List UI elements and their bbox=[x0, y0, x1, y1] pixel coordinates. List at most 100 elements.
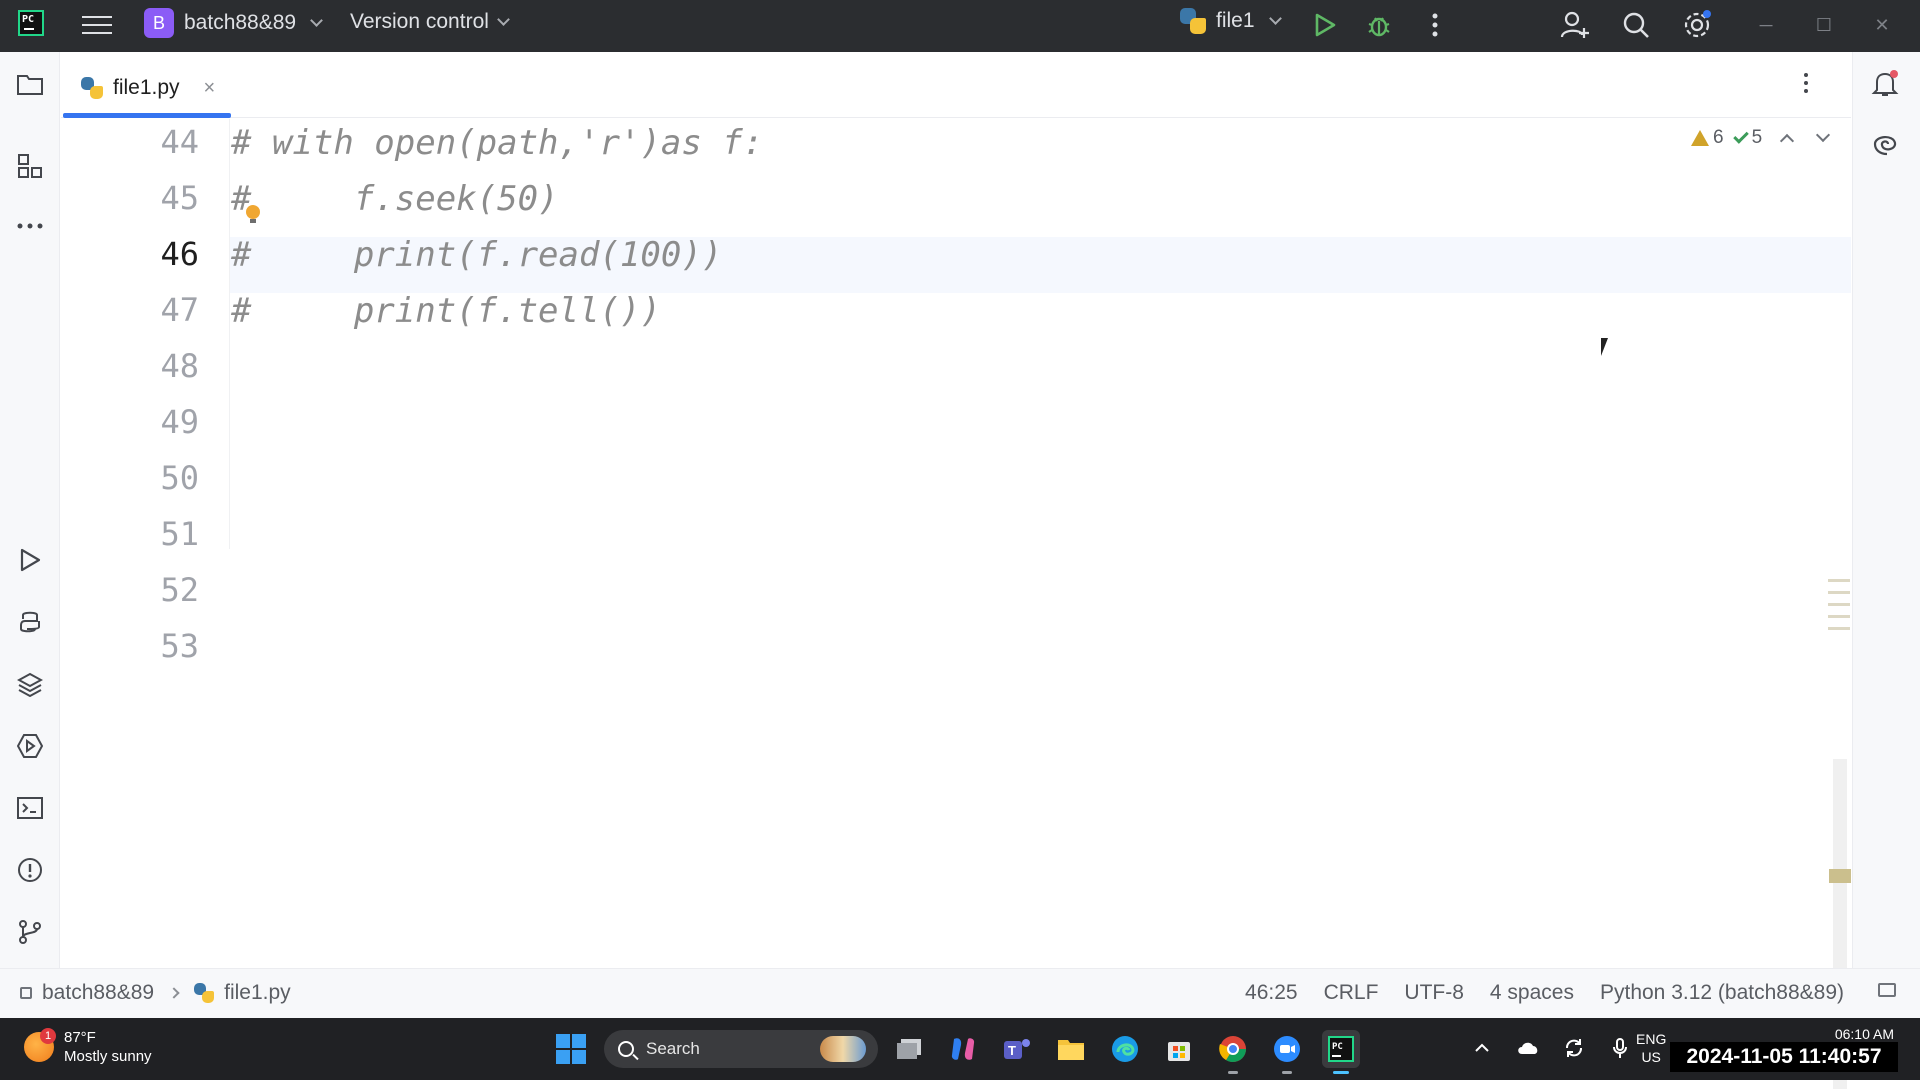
bug-icon bbox=[1368, 17, 1390, 37]
start-button[interactable] bbox=[556, 1034, 586, 1064]
services-tool-button[interactable] bbox=[12, 728, 48, 764]
next-highlight-arrow-icon[interactable] bbox=[1816, 127, 1831, 143]
teams-app[interactable]: T bbox=[998, 1030, 1036, 1068]
more-actions-button[interactable] bbox=[1416, 6, 1454, 44]
ai-assistant-button[interactable] bbox=[1867, 126, 1903, 162]
python-packages-button[interactable] bbox=[12, 666, 48, 702]
code-line[interactable]: # print(f.tell()) bbox=[231, 291, 661, 347]
file-encoding[interactable]: UTF-8 bbox=[1404, 981, 1464, 1005]
project-tool-button[interactable] bbox=[12, 66, 48, 102]
line-separator[interactable]: CRLF bbox=[1324, 981, 1379, 1005]
run-icon bbox=[20, 548, 41, 572]
pycharm-app[interactable]: PC bbox=[1322, 1030, 1360, 1074]
project-selector[interactable]: B batch88&89 bbox=[144, 8, 323, 38]
pycharm-icon: PC bbox=[1328, 1036, 1354, 1062]
debug-button[interactable] bbox=[1360, 6, 1398, 44]
copilot-icon bbox=[951, 1038, 975, 1060]
file-explorer-app[interactable] bbox=[1052, 1030, 1090, 1068]
sync-icon bbox=[1566, 1039, 1582, 1057]
edge-browser-app[interactable] bbox=[1106, 1030, 1144, 1068]
chrome-browser-app[interactable] bbox=[1214, 1030, 1252, 1074]
code-with-me-button[interactable] bbox=[1556, 6, 1594, 44]
search-everywhere-button[interactable] bbox=[1617, 6, 1655, 44]
cloud-icon bbox=[1518, 1042, 1538, 1054]
line-number: 51 bbox=[160, 515, 199, 553]
taskbar-search[interactable]: Search bbox=[604, 1030, 878, 1068]
chevron-right-icon bbox=[168, 987, 180, 999]
weather-description: Mostly sunny bbox=[64, 1048, 152, 1065]
system-clock[interactable]: 06:10 AM bbox=[1754, 1026, 1894, 1042]
settings-button[interactable] bbox=[1678, 6, 1716, 44]
tab-more-actions-button[interactable] bbox=[1791, 68, 1821, 98]
running-indicator bbox=[1333, 1071, 1349, 1074]
input-language[interactable]: ENG US bbox=[1636, 1030, 1666, 1066]
module-icon bbox=[20, 987, 32, 999]
code-line[interactable]: # with open(path,'r')as f: bbox=[231, 123, 763, 179]
ai-spiral-icon bbox=[1873, 136, 1897, 156]
search-icon bbox=[618, 1041, 634, 1057]
microsoft-store-app[interactable] bbox=[1160, 1030, 1198, 1068]
running-indicator bbox=[1282, 1071, 1292, 1074]
version-control-label: Version control bbox=[350, 10, 489, 33]
project-name: batch88&89 bbox=[184, 11, 297, 34]
windows-taskbar: 1 87°F Mostly sunny Search T PC ENG US 0… bbox=[0, 1018, 1920, 1080]
version-control-menu[interactable]: Version control bbox=[350, 10, 510, 34]
warnings-counter[interactable]: 6 bbox=[1691, 127, 1724, 149]
python-console-icon bbox=[20, 611, 40, 633]
close-window-button[interactable]: ✕ bbox=[1864, 10, 1900, 40]
minimize-button[interactable]: ─ bbox=[1748, 10, 1784, 40]
breadcrumb-project[interactable]: batch88&89 bbox=[42, 981, 154, 1005]
run-tool-button[interactable] bbox=[12, 542, 48, 578]
intention-bulb-icon[interactable] bbox=[246, 205, 260, 223]
main-menu-button[interactable] bbox=[82, 10, 112, 40]
project-badge: B bbox=[144, 8, 174, 38]
ok-count: 5 bbox=[1751, 127, 1763, 148]
breadcrumb-file[interactable]: file1.py bbox=[224, 981, 291, 1005]
current-position-marker bbox=[1829, 869, 1851, 883]
active-tab-indicator bbox=[63, 113, 231, 118]
python-console-button[interactable] bbox=[12, 604, 48, 640]
indent-setting[interactable]: 4 spaces bbox=[1490, 981, 1574, 1005]
microphone-tray-icon[interactable] bbox=[1608, 1036, 1632, 1060]
code-line[interactable]: # print(f.read(100)) bbox=[231, 235, 722, 291]
caret-position[interactable]: 46:25 bbox=[1245, 981, 1298, 1005]
previous-highlight-arrow-icon[interactable] bbox=[1780, 133, 1795, 149]
zoom-app[interactable] bbox=[1268, 1030, 1306, 1074]
run-button[interactable] bbox=[1306, 6, 1344, 44]
region-code: US bbox=[1641, 1049, 1661, 1065]
line-number: 45 bbox=[160, 179, 199, 217]
line-number: 48 bbox=[160, 347, 199, 385]
problems-tool-button[interactable] bbox=[12, 852, 48, 888]
task-view-button[interactable] bbox=[890, 1030, 928, 1068]
problems-icon bbox=[18, 858, 42, 882]
git-tool-button[interactable] bbox=[12, 914, 48, 950]
python-interpreter[interactable]: Python 3.12 (batch88&89) bbox=[1600, 981, 1844, 1005]
gear-icon bbox=[1684, 10, 1711, 38]
notifications-button[interactable] bbox=[1867, 66, 1903, 102]
mouse-pointer bbox=[1601, 338, 1608, 356]
terminal-icon bbox=[17, 797, 43, 819]
more-tools-button[interactable] bbox=[12, 208, 48, 244]
tab-file1-py[interactable]: file1.py × bbox=[81, 70, 215, 106]
services-icon bbox=[17, 734, 43, 758]
pycharm-logo-icon[interactable]: PC bbox=[18, 10, 44, 36]
show-hidden-icons-button[interactable] bbox=[1470, 1036, 1494, 1060]
warning-icon bbox=[1691, 130, 1709, 146]
close-tab-icon[interactable]: × bbox=[204, 77, 216, 100]
terminal-tool-button[interactable] bbox=[12, 790, 48, 826]
system-tray bbox=[1470, 1036, 1632, 1060]
structure-tool-button[interactable] bbox=[12, 148, 48, 184]
editor-tab-bar: file1.py × bbox=[61, 52, 1851, 118]
sync-tray-icon[interactable] bbox=[1562, 1036, 1586, 1060]
run-configuration-selector[interactable]: file1 bbox=[1180, 8, 1282, 34]
weak-warnings-counter[interactable]: 5 bbox=[1732, 127, 1763, 149]
maximize-button[interactable]: ☐ bbox=[1806, 10, 1842, 40]
edge-icon bbox=[1112, 1036, 1138, 1062]
code-line[interactable]: # f.seek(50) bbox=[231, 179, 559, 235]
onedrive-tray-icon[interactable] bbox=[1516, 1036, 1540, 1060]
copilot-app[interactable] bbox=[944, 1030, 982, 1068]
code-editor[interactable]: 44 45 46 47 48 49 50 51 52 53 # with ope… bbox=[61, 119, 1851, 1089]
weather-widget[interactable]: 1 87°F Mostly sunny bbox=[24, 1028, 152, 1066]
line-number: 53 bbox=[160, 627, 199, 665]
read-only-lock-icon[interactable] bbox=[1878, 983, 1896, 997]
